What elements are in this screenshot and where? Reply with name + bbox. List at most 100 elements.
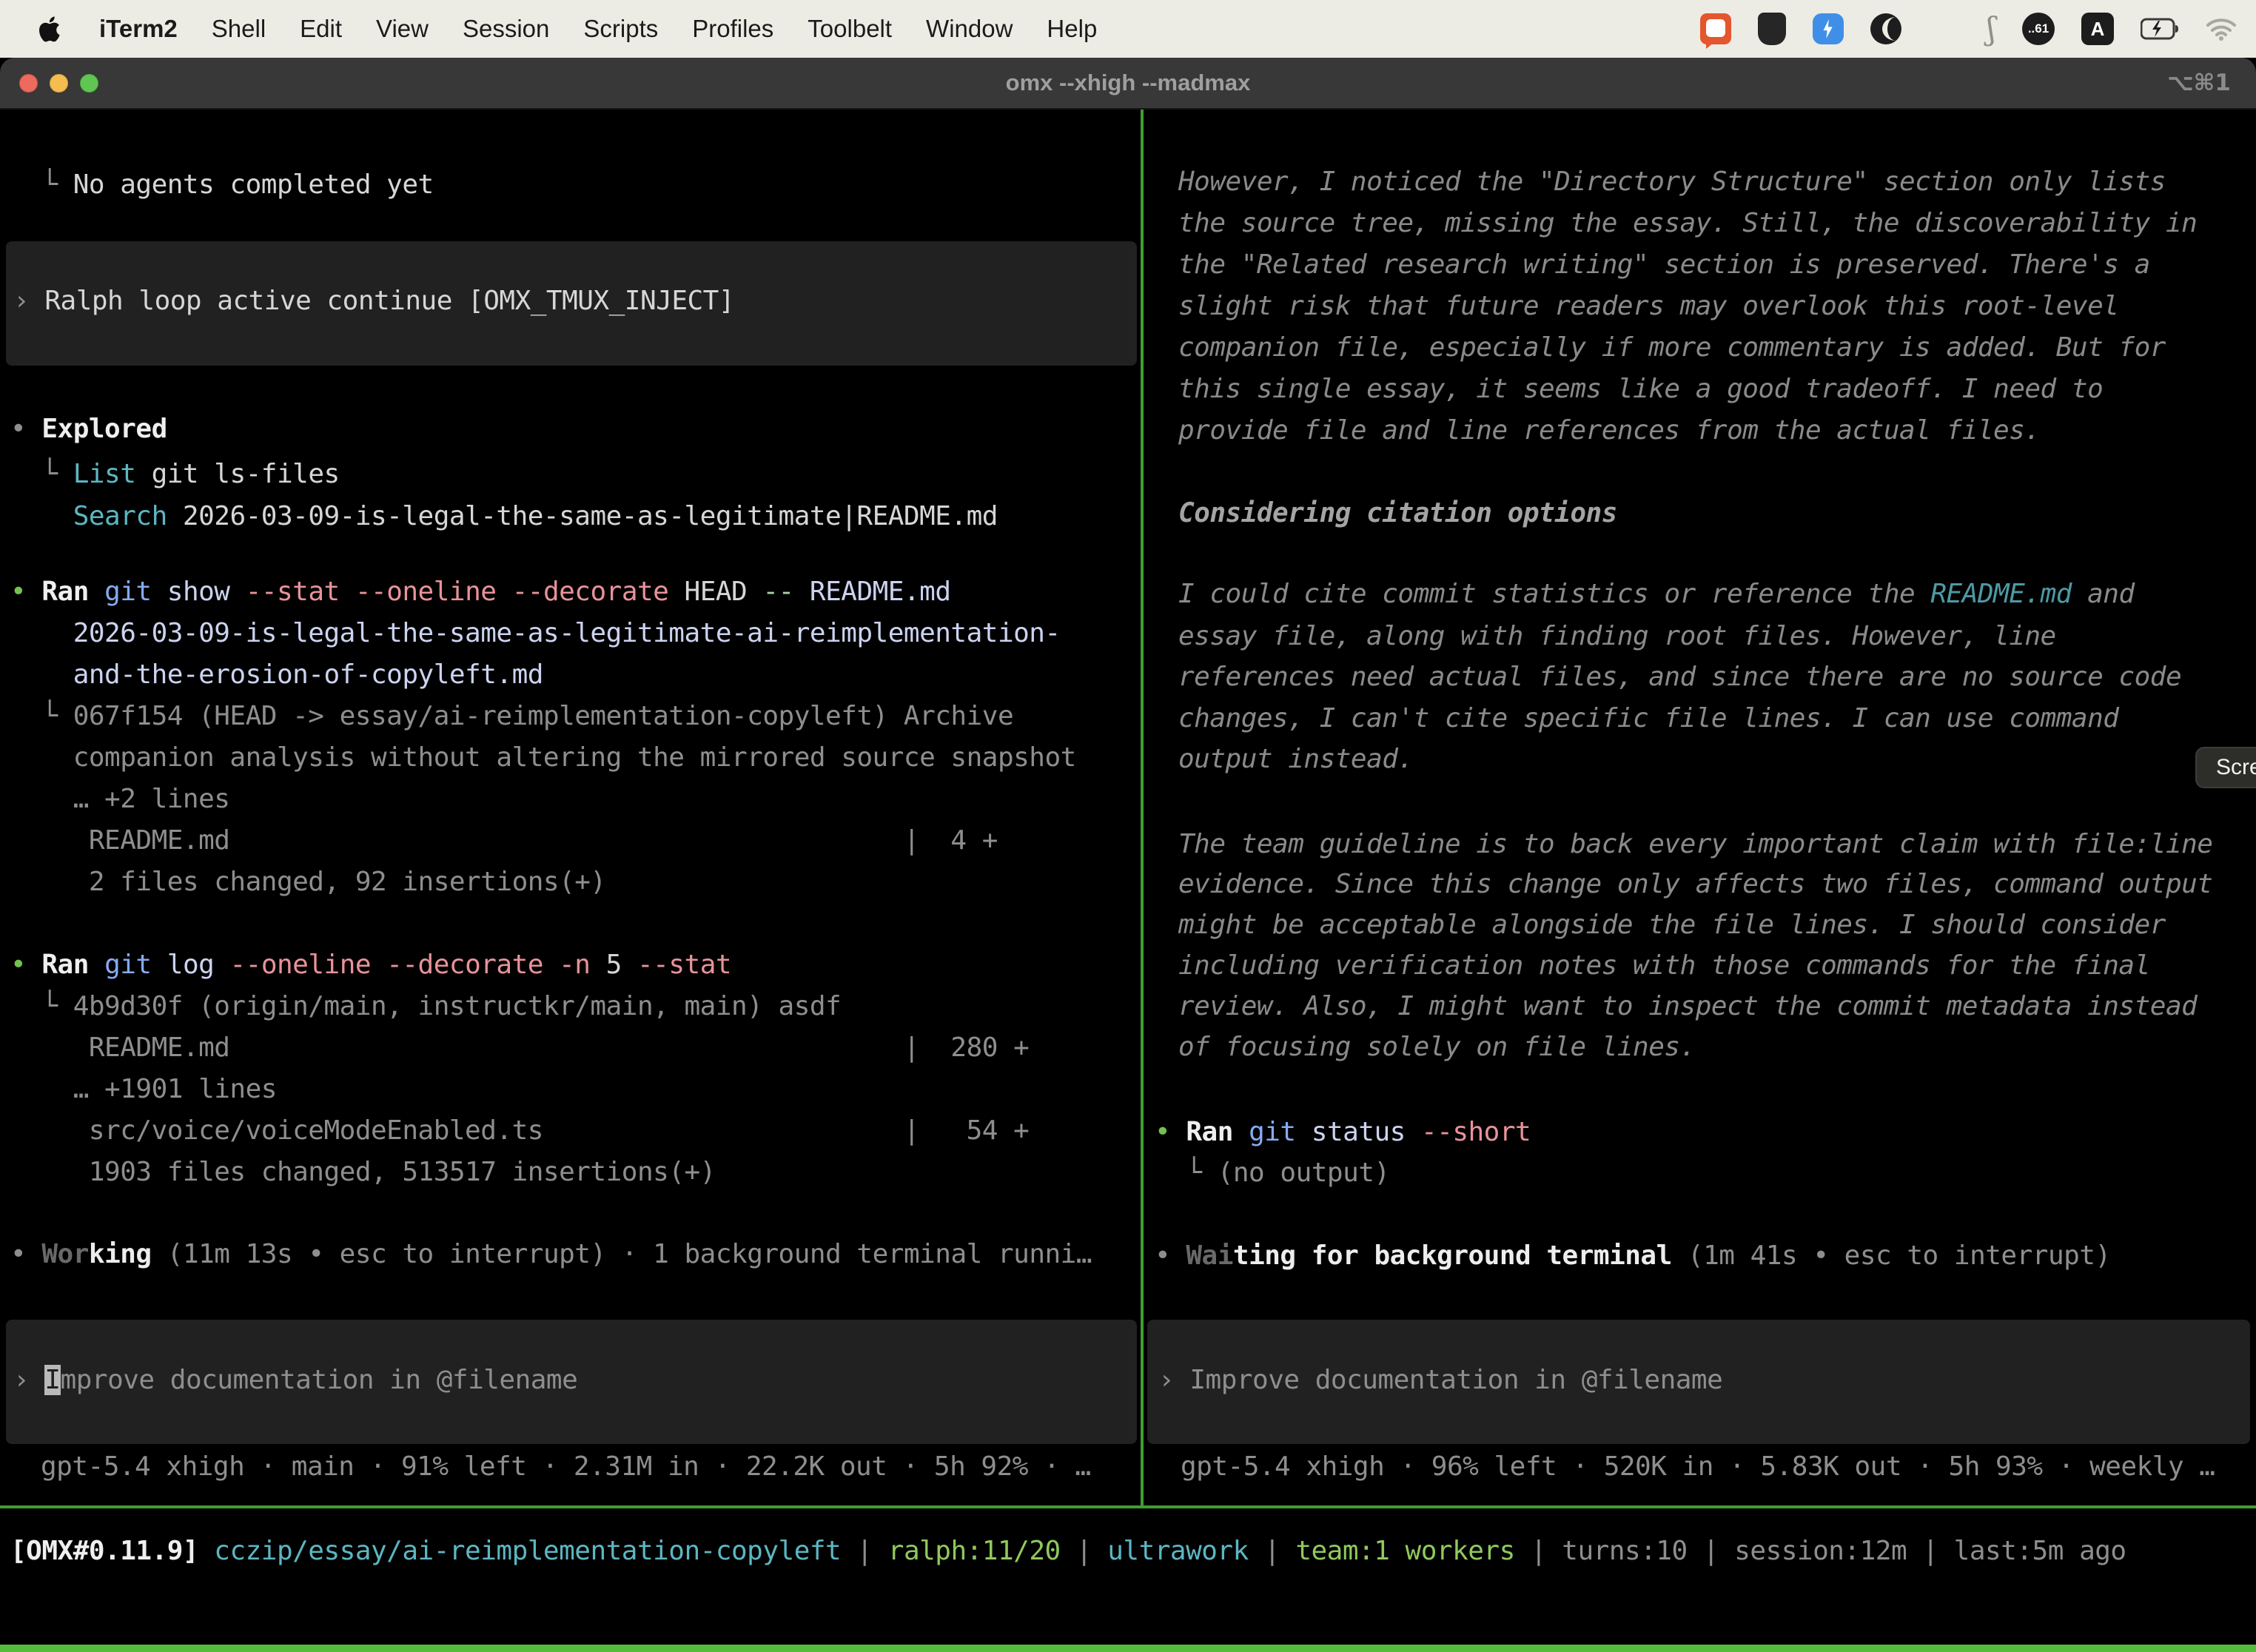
terminal-text-segment: • <box>10 577 41 607</box>
apple-menu-icon[interactable] <box>36 10 68 47</box>
terminal-text-segment: Considering citation options <box>1178 498 1617 528</box>
menubar-status-icons: ʃ ..61 A <box>1700 13 2237 45</box>
model-status-line: gpt-5.4 xhigh · 96% left · 520K in · 5.8… <box>1181 1451 2215 1483</box>
terminal-text-segment: › Improve documentation in @filename <box>1158 1365 1722 1395</box>
pane-divider-vertical[interactable] <box>1141 110 1144 1505</box>
terminal-text-segment: including verification notes with those … <box>1178 950 2150 981</box>
menu-item-profiles[interactable]: Profiles <box>692 15 773 43</box>
terminal-text-segment: src/voice/voiceModeEnabled.ts | 54 + <box>10 1115 1029 1146</box>
terminal-text-segment: Ralph loop active continue [OMX_TMUX_INJ… <box>44 286 734 316</box>
screen-edge-button[interactable]: Scre <box>2195 747 2256 788</box>
terminal[interactable]: └ No agents completed yet › Ralph loop ac… <box>0 110 2256 1652</box>
terminal-text-segment: | <box>1061 1536 1108 1566</box>
terminal-text-segment: 5 <box>590 950 621 980</box>
explored-list: └ List git ls-files <box>10 458 340 491</box>
cmd-wrap-line: 2026-03-09-is-legal-the-same-as-legitima… <box>10 617 1061 650</box>
git-output-line: … +1901 lines <box>10 1073 277 1106</box>
terminal-text-segment: (11m 13s • esc to interrupt) · 1 backgro… <box>152 1239 1092 1269</box>
terminal-text-segment: the source tree, missing the essay. Stil… <box>1178 208 2197 238</box>
blue-lightning-icon[interactable] <box>1813 13 1844 44</box>
git-output-line: README.md | 280 + <box>10 1032 1029 1064</box>
menu-bar: iTerm2 Shell Edit View Session Scripts Profile… <box>0 0 2256 58</box>
screenshot-chat-icon[interactable] <box>1700 13 1731 44</box>
reasoning-line: references need actual files, and since … <box>1178 661 2181 694</box>
terminal-text-segment: review. Also, I might want to inspect th… <box>1178 991 2197 1021</box>
git-output-line: … +2 lines <box>10 783 229 816</box>
terminal-text-segment: slight risk that future readers may over… <box>1178 291 2118 321</box>
terminal-text-segment: (1m 41s • esc to interrupt) <box>1672 1240 2111 1271</box>
git-output-line: └ 4b9d30f (origin/main, instructkr/main,… <box>10 990 841 1023</box>
terminal-text-segment: README.md <box>1930 579 2072 609</box>
iterm-window: omx --xhigh --madmax ⌥⌘1 └ No agents com… <box>0 58 2256 1652</box>
hook-icon[interactable]: ʃ <box>1987 13 1995 44</box>
menu-item-iterm2[interactable]: iTerm2 <box>99 15 178 43</box>
terminal-text-segment: Search <box>10 501 167 531</box>
ralph-loop-line: › Ralph loop active continue [OMX_TMUX_I… <box>13 285 734 318</box>
terminal-text-segment: team:1 workers <box>1295 1536 1514 1566</box>
reasoning-line: might be acceptable alongside the file l… <box>1178 909 2166 941</box>
dark-crescent-icon[interactable] <box>1870 13 1901 44</box>
terminal-text-segment: git <box>1233 1117 1296 1147</box>
terminal-text-segment: git <box>89 577 152 607</box>
terminal-text-segment: show <box>152 577 230 607</box>
terminal-text-segment: README.md | 280 + <box>10 1032 1029 1063</box>
terminal-text-segment: ting for background terminal <box>1233 1240 1672 1271</box>
menu-item-window[interactable]: Window <box>926 15 1013 43</box>
window-shortcut-badge: ⌥⌘1 <box>2167 70 2231 96</box>
terminal-text-segment: gpt-5.4 xhigh · 96% left · 520K in · 5.8… <box>1181 1451 2215 1482</box>
terminal-text-segment: and-the-erosion-of-copyleft.md <box>10 659 543 690</box>
terminal-text-segment: status <box>1296 1117 1406 1147</box>
terminal-text-segment: • <box>10 950 41 980</box>
shield-grid-icon[interactable] <box>1758 13 1786 45</box>
terminal-text-segment: › <box>13 286 44 316</box>
terminal-text-segment: --stat --oneline --decorate <box>229 577 668 607</box>
terminal-text-segment: ralph:11/20 <box>888 1536 1061 1566</box>
terminal-text-segment: └ <box>10 169 73 200</box>
badge-61-icon[interactable]: ..61 <box>2022 13 2055 45</box>
terminal-text-segment: of focusing solely on file lines. <box>1178 1032 1696 1062</box>
reasoning-line: the "Related research writing" section i… <box>1178 249 2150 281</box>
terminal-text-segment: cczip/essay/ai-reimplementation-copyleft <box>198 1536 841 1566</box>
terminal-text-segment: 1903 files changed, 513517 insertions(+) <box>10 1157 716 1187</box>
git-output-line: └ (no output) <box>1155 1157 1390 1189</box>
wifi-icon[interactable] <box>2206 17 2237 41</box>
terminal-text-segment: HEAD <box>668 577 747 607</box>
battery-icon[interactable] <box>2141 18 2179 40</box>
reasoning-line: changes, I can't cite specific file line… <box>1178 702 2118 735</box>
terminal-text-segment: git <box>89 950 152 980</box>
menu-item-edit[interactable]: Edit <box>300 15 342 43</box>
terminal-text-segment: Ran <box>41 577 89 607</box>
menu-item-session[interactable]: Session <box>463 15 549 43</box>
explored-search: Search 2026-03-09-is-legal-the-same-as-l… <box>10 500 998 533</box>
letter-a-icon[interactable]: A <box>2081 13 2114 45</box>
terminal-text-segment: • <box>1155 1240 1186 1271</box>
terminal-text-segment: Wor <box>41 1239 89 1269</box>
window-titlebar[interactable]: omx --xhigh --madmax ⌥⌘1 <box>0 58 2256 110</box>
menu-item-view[interactable]: View <box>376 15 429 43</box>
menu-item-help[interactable]: Help <box>1047 15 1097 43</box>
terminal-text-segment: No agents completed yet <box>73 169 434 200</box>
reasoning-line: essay file, along with finding root file… <box>1178 620 2056 653</box>
terminal-text-segment: mprove documentation in @filename <box>61 1365 578 1395</box>
terminal-text-segment: ultrawork <box>1107 1536 1249 1566</box>
reasoning-line: output instead. <box>1178 743 1414 776</box>
terminal-text-segment: └ 4b9d30f (origin/main, instructkr/main,… <box>10 991 841 1021</box>
dots-grid-icon[interactable] <box>1928 13 1961 45</box>
reasoning-line: evidence. Since this change only affects… <box>1178 868 2212 901</box>
menu-item-scripts[interactable]: Scripts <box>583 15 658 43</box>
terminal-text-segment: king <box>89 1239 152 1269</box>
terminal-text-segment: companion file, especially if more comme… <box>1178 332 2166 363</box>
window-title: omx --xhigh --madmax <box>0 70 2256 96</box>
pane-divider-horizontal[interactable] <box>0 1505 2256 1508</box>
reasoning-line: However, I noticed the "Directory Struct… <box>1178 166 2166 198</box>
menu-item-shell[interactable]: Shell <box>212 15 266 43</box>
terminal-text-segment: Wai <box>1186 1240 1233 1271</box>
menu-item-toolbelt[interactable]: Toolbelt <box>808 15 892 43</box>
terminal-text-segment: | <box>1515 1536 1562 1566</box>
terminal-text-segment: git ls-files <box>135 459 339 489</box>
terminal-text-segment: └ 067f154 (HEAD -> essay/ai-reimplementa… <box>10 701 1013 731</box>
terminal-text-segment: … +1901 lines <box>10 1074 277 1104</box>
terminal-text-segment: | <box>841 1536 888 1566</box>
app-menus: iTerm2 Shell Edit View Session Scripts Profile… <box>99 15 1097 43</box>
terminal-text-segment: 2026-03-09-is-legal-the-same-as-legitima… <box>10 618 1061 648</box>
